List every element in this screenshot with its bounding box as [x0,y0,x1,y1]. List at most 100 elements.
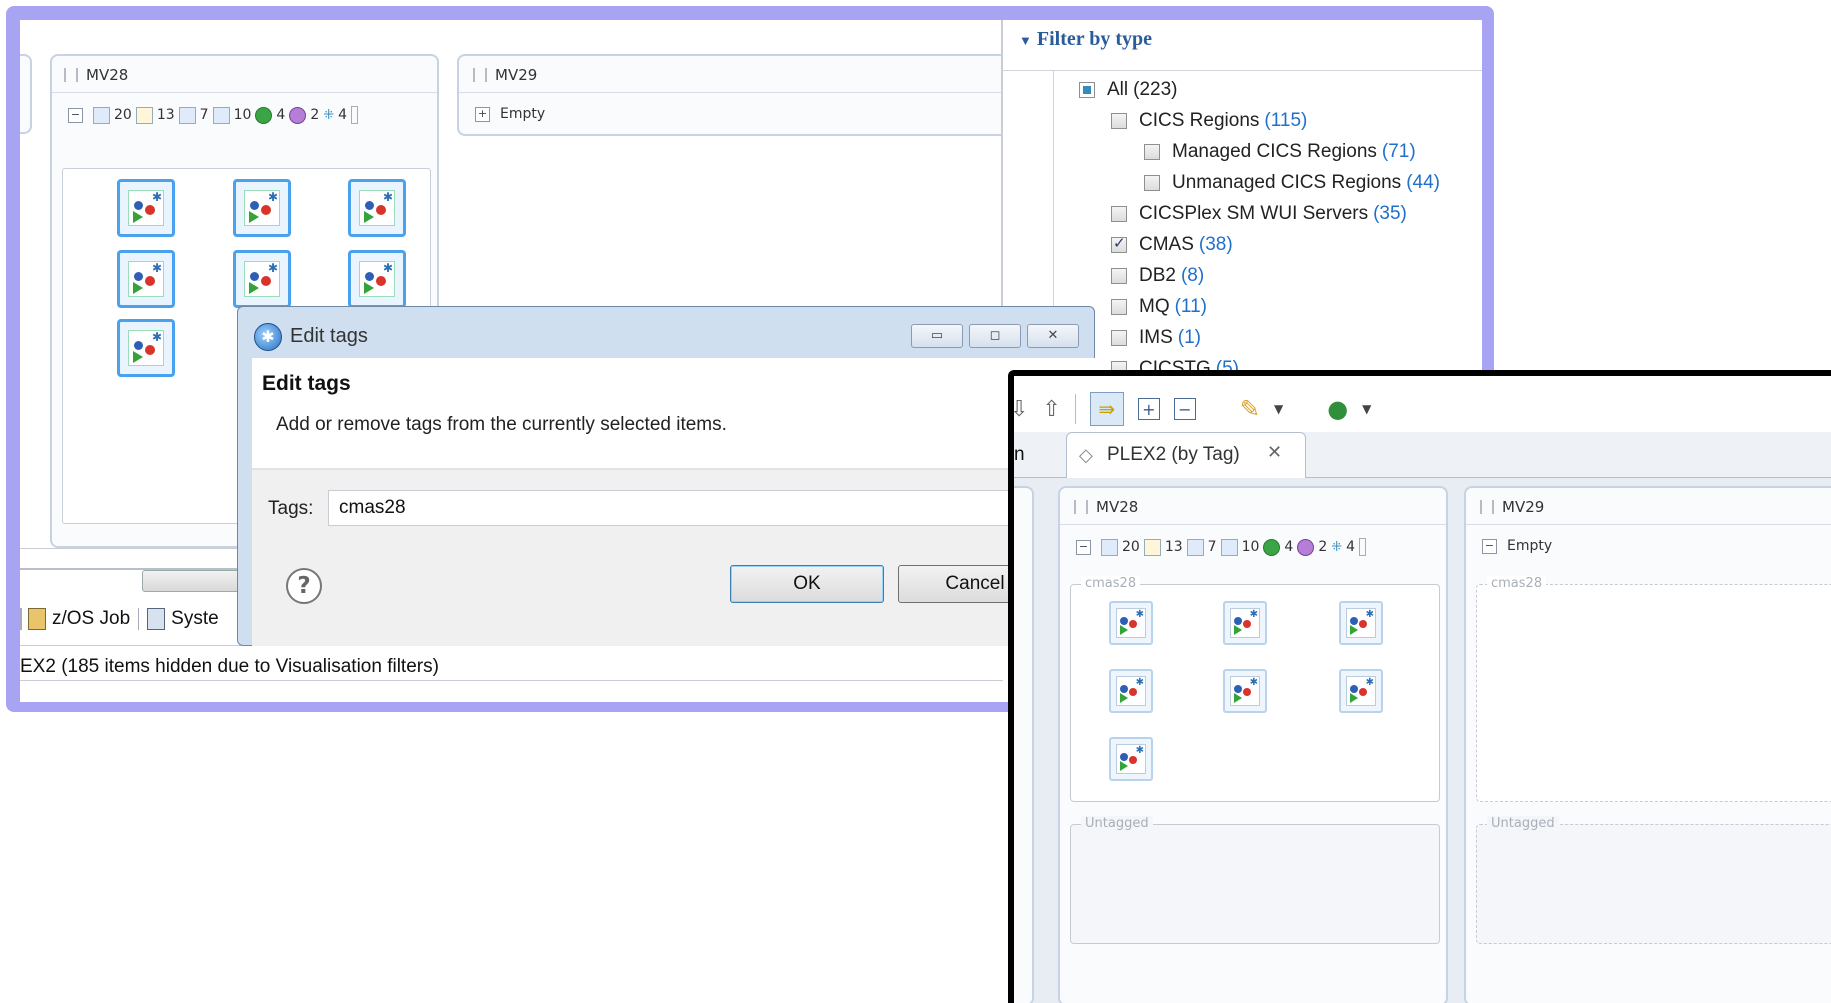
cics-region-icon[interactable]: ✱ [233,179,291,237]
tag-group-label: Untagged [1081,816,1153,831]
collapse-icon[interactable]: − [1076,539,1091,555]
cics-region-icon[interactable]: ✱ [1109,601,1153,645]
cics-region-icon[interactable]: ✱ [348,179,406,237]
filter-item-managed-cics[interactable]: Managed CICS Regions (71) [1144,136,1440,167]
filter-item-db2[interactable]: DB2 (8) [1111,260,1440,291]
minimize-button[interactable]: ▭ [911,324,963,348]
tg-type-icon: ⁜ [323,107,335,123]
checkbox[interactable] [1111,205,1127,222]
close-button[interactable]: ✕ [1027,324,1079,348]
left-tab-fragment[interactable]: n [1014,444,1025,466]
ok-button[interactable]: OK [730,565,884,603]
tab-plex2-label: PLEX2 (by Tag) [1107,444,1240,465]
checkbox-partial[interactable] [1079,81,1095,98]
system-icon [147,608,166,630]
cics-region-icon[interactable]: ✱ [233,250,291,308]
tag-group-untagged: Untagged [1070,816,1440,944]
collapse-icon[interactable]: − [1482,538,1497,554]
cics-region-icon[interactable]: ✱ [1223,669,1267,713]
checkbox-checked[interactable] [1111,234,1127,253]
tags-label: Tags: [268,498,314,519]
checkbox[interactable] [1111,112,1127,129]
close-tab-icon[interactable]: ✕ [1267,442,1282,463]
divider [20,680,1020,681]
divider [1466,524,1831,525]
mv29-panel[interactable]: MV29 − Empty cmas28 Untagged [1464,486,1831,1003]
checkbox[interactable] [1111,298,1127,315]
expand-all-icon[interactable]: + [1137,398,1160,420]
chevron-down-icon[interactable]: ▼ [1362,402,1371,416]
mv29-panel[interactable]: MV29 + Empty [457,54,1017,136]
run-icon[interactable]: ● [1327,395,1348,423]
expand-icon[interactable]: + [475,106,490,122]
cmas-type-icon [178,106,196,124]
count-db2: 10 [233,107,252,123]
tab-plex2-by-tag[interactable]: ◇ PLEX2 (by Tag) ✕ [1066,432,1306,479]
filter-count: (71) [1381,140,1416,162]
drag-grip-icon[interactable] [64,68,78,82]
tags-input[interactable]: cmas28 [328,490,1096,526]
filter-label: MQ [1139,295,1170,317]
wui-type-icon [135,106,153,124]
cics-region-icon[interactable]: ✱ [348,250,406,308]
drag-grip-icon[interactable] [473,68,487,82]
count-regions: 20 [1122,539,1140,555]
tab-system[interactable]: Syste [147,608,219,630]
filter-wand-icon[interactable]: ✎ [1240,395,1260,423]
region-type-icon [1101,538,1118,556]
nav-back-icon[interactable]: ⇩ [1014,397,1028,422]
dialog-description: Add or remove tags from the currently se… [276,414,727,435]
checkbox[interactable] [1111,329,1127,346]
maximize-button[interactable]: ◻ [969,324,1021,348]
filter-item-cmas[interactable]: CMAS(38) [1111,229,1440,260]
filter-count: (38) [1198,233,1233,255]
checkbox[interactable] [1111,267,1127,284]
filter-item-all[interactable]: All (223) [1079,74,1440,105]
divider [459,92,1015,93]
filter-label: CMAS [1139,233,1194,255]
count-wui: 13 [1164,539,1183,555]
help-icon[interactable]: ? [286,568,322,604]
mv29-summary-row: + Empty [475,106,545,122]
filter-item-mq[interactable]: MQ (11) [1111,291,1440,322]
checkbox[interactable] [1144,143,1160,160]
collapse-icon[interactable]: − [68,107,83,123]
bottom-tab-bar: z/OS Job Syste [20,608,219,630]
scrollbar-thumb[interactable] [142,570,252,592]
dialog-body: Edit tags Add or remove tags from the cu… [252,358,1096,646]
count-cmas: 7 [199,107,209,123]
tab-zos-job[interactable]: z/OS Job [28,608,130,630]
chevron-down-icon[interactable]: ▼ [1274,402,1283,416]
drag-grip-icon[interactable] [1480,500,1494,514]
filter-title[interactable]: ▼ Filter by type [1019,28,1152,51]
count-cmas: 7 [1207,539,1217,555]
second-toolbar: ⇩ ⇧ ⇛ + − ✎ ▼ ● ▼ [1014,386,1831,432]
mv28-header: MV28 [1074,498,1138,516]
cics-region-icon[interactable]: ✱ [117,319,175,377]
cics-region-icon[interactable]: ✱ [117,250,175,308]
collapse-all-icon[interactable]: − [1173,398,1196,420]
filter-label: DB2 [1139,264,1176,286]
nav-up-icon[interactable]: ⇧ [1042,397,1060,422]
mv28-summary-row: − 20 13 7 10 4 2 ⁜ 4 [68,106,359,124]
cics-region-icon[interactable]: ✱ [1109,669,1153,713]
drag-grip-icon[interactable] [1074,500,1088,514]
checkbox[interactable] [1144,174,1160,191]
filter-item-wui-servers[interactable]: CICSPlex SM WUI Servers (35) [1111,198,1440,229]
cics-region-icon[interactable]: ✱ [1339,669,1383,713]
cics-region-icon[interactable]: ✱ [1223,601,1267,645]
cics-region-icon[interactable]: ✱ [1339,601,1383,645]
mv28-panel[interactable]: MV28 − 20 13 7 10 4 2 ⁜4 cmas28 ✱ ✱ ✱ ✱ [1058,486,1448,1003]
filter-item-unmanaged-cics[interactable]: Unmanaged CICS Regions (44) [1144,167,1440,198]
mv28-title: MV28 [1096,498,1139,516]
wui-type-icon [1143,538,1161,556]
second-canvas: MV28 − 20 13 7 10 4 2 ⁜4 cmas28 ✱ ✱ ✱ ✱ [1014,478,1831,1003]
mv28-header: MV28 [64,66,128,84]
filter-item-ims[interactable]: IMS (1) [1111,322,1440,353]
link-toggle-icon[interactable]: ⇛ [1089,392,1124,426]
count-wui: 13 [156,107,175,123]
cics-region-icon[interactable]: ✱ [1109,737,1153,781]
filter-label: All [1107,78,1129,100]
filter-item-cics-regions[interactable]: CICS Regions (115) [1111,105,1440,136]
cics-region-icon[interactable]: ✱ [117,179,175,237]
